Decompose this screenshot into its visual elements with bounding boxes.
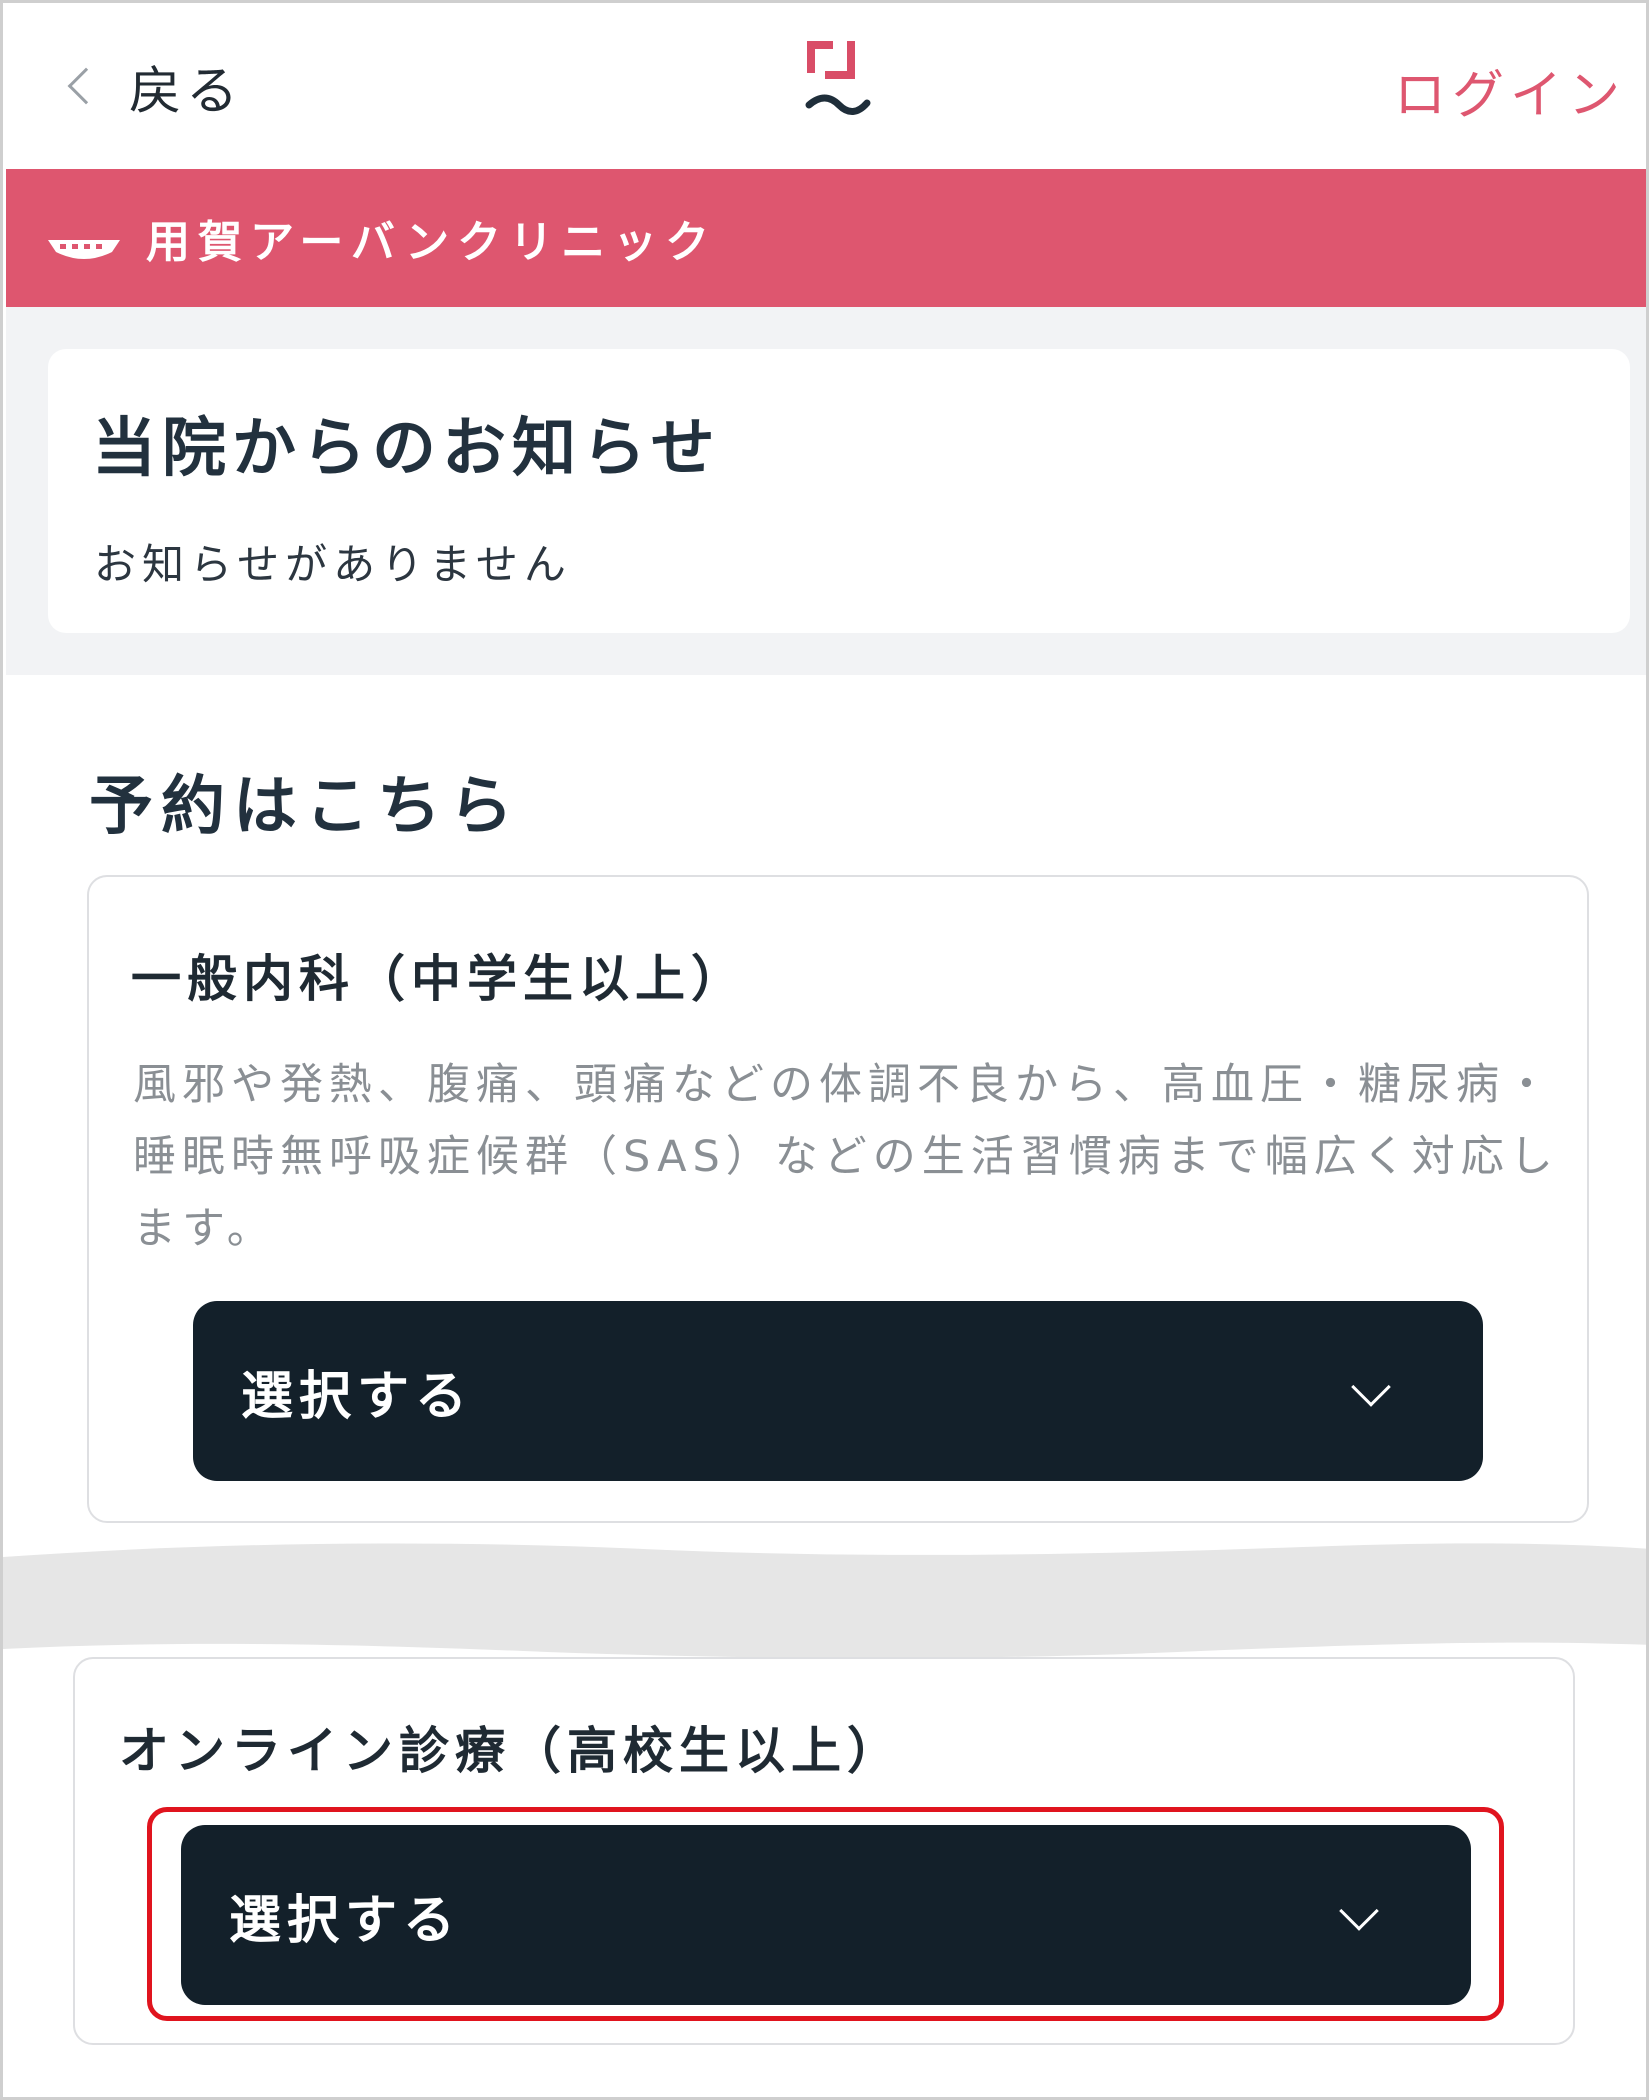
notice-title: 当院からのお知らせ <box>92 412 721 486</box>
clinic-banner: 用賀アーバンクリニック <box>6 169 1646 307</box>
clinic-emblem-icon <box>48 240 120 259</box>
notice-card: 当院からのお知らせ お知らせがありません <box>48 349 1630 633</box>
chevron-down-icon <box>1339 1891 1379 1931</box>
card-title: 一般内科（中学生以上） <box>131 950 747 1008</box>
page-break-separator <box>3 1543 1646 1659</box>
reservation-card-online: オンライン診療（高校生以上） 選択する <box>73 1657 1575 2045</box>
select-button-label: 選択する <box>241 1366 474 1427</box>
reservation-title: 予約はこちら <box>89 770 521 844</box>
login-link[interactable]: ログイン <box>1394 53 1626 128</box>
chevron-down-icon <box>1351 1367 1391 1407</box>
page-frame: 戻る ログイン 用賀アーバンクリニック 当院からのお知らせ お知らせがありません… <box>0 0 1649 2100</box>
select-button[interactable]: 選択する <box>181 1825 1471 2005</box>
select-button-label: 選択する <box>229 1890 462 1951</box>
notice-empty-message: お知らせがありません <box>94 540 572 589</box>
back-label: 戻る <box>129 61 244 122</box>
reservation-card-general-medicine: 一般内科（中学生以上） 風邪や発熱、腹痛、頭痛などの体調不良から、高血圧・糖尿病… <box>87 875 1589 1523</box>
select-button[interactable]: 選択する <box>193 1301 1483 1481</box>
back-button[interactable]: 戻る <box>67 51 244 122</box>
card-description: 風邪や発熱、腹痛、頭痛などの体調不良から、高血圧・糖尿病・睡眠時無呼吸症候群（S… <box>133 1060 1559 1254</box>
card-title: オンライン診療（高校生以上） <box>119 1722 903 1780</box>
notice-section: 当院からのお知らせ お知らせがありません <box>6 307 1646 675</box>
clinic-name: 用賀アーバンクリニック <box>146 217 718 268</box>
clinic-brand-logo-icon[interactable] <box>803 39 873 129</box>
chevron-left-icon <box>67 67 105 105</box>
top-header: 戻る ログイン <box>3 3 1646 169</box>
